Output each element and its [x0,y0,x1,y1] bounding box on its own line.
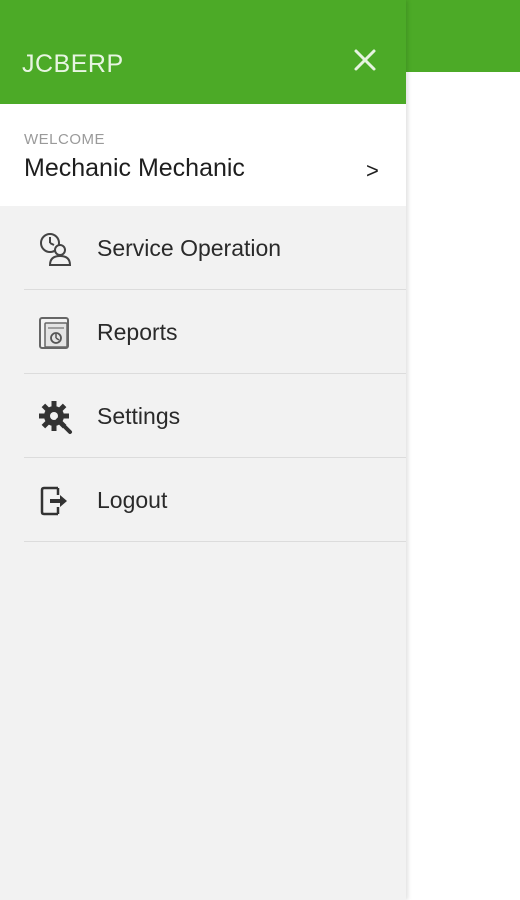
reports-icon [39,317,69,349]
close-drawer-button[interactable] [347,42,383,78]
drawer-header: JCBERP [0,0,406,104]
menu-item-settings[interactable]: Settings [0,374,406,458]
menu-item-label: Service Operation [97,235,282,261]
menu-item-service-operation[interactable]: Service Operation [0,206,406,290]
menu-item-label: Settings [97,403,181,429]
divider [24,541,406,542]
user-profile-link[interactable]: WELCOME Mechanic Mechanic > [0,104,406,206]
user-name: Mechanic Mechanic [24,154,245,182]
drawer-menu: Service Operation Reports Settings Logou… [0,206,406,542]
settings-icon [39,401,72,434]
navigation-drawer: JCBERP WELCOME Mechanic Mechanic > Servi… [0,0,406,900]
chevron-right-icon: > [366,158,379,183]
menu-item-reports[interactable]: Reports [0,290,406,374]
service-operation-icon [40,233,72,266]
menu-item-logout[interactable]: Logout [0,458,406,542]
menu-item-label: Reports [97,319,178,345]
welcome-label: WELCOME [24,131,106,148]
menu-item-label: Logout [97,487,168,513]
close-icon [354,49,376,71]
app-title: JCBERP [22,50,124,78]
logout-icon [40,486,67,516]
